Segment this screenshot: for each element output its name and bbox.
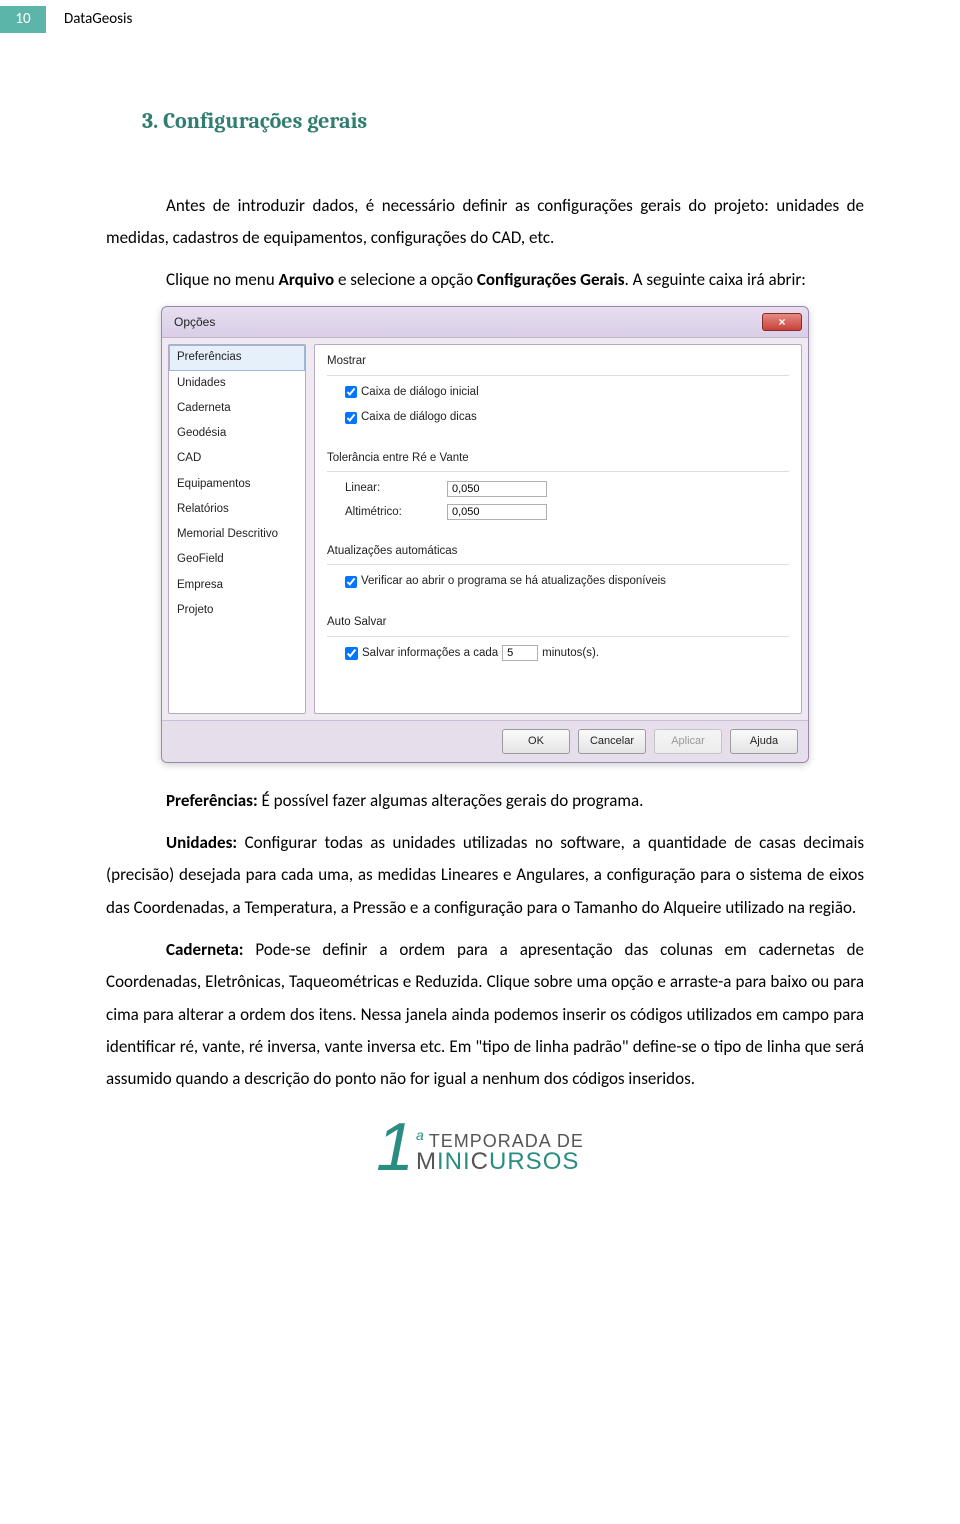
page-header: 10 DataGeosis: [0, 0, 960, 47]
p2b: Arquivo: [279, 269, 335, 290]
sidebar-item-cad[interactable]: CAD: [169, 446, 305, 471]
p5a: Caderneta:: [166, 939, 244, 960]
dialog-title: Opções: [174, 313, 215, 331]
sidebar-item-empresa[interactable]: Empresa: [169, 573, 305, 598]
dialog-footer: OK Cancelar Aplicar Ajuda: [162, 720, 808, 762]
group-mostrar-title: Mostrar: [327, 353, 789, 370]
checkbox-autosalvar[interactable]: [345, 647, 358, 660]
p3a: Preferências:: [166, 790, 258, 811]
sidebar-item-unidades[interactable]: Unidades: [169, 371, 305, 396]
paragraph-unidades: Unidades: Configurar todas as unidades u…: [106, 827, 864, 924]
paragraph-preferencias: Preferências: É possível fazer algumas a…: [106, 785, 864, 817]
ok-button[interactable]: OK: [502, 729, 570, 754]
options-sidebar: Preferências Unidades Caderneta Geodésia…: [168, 344, 306, 714]
options-dialog: Opções × Preferências Unidades Caderneta…: [161, 306, 809, 763]
logo-bottom-text: MINICURSOS: [416, 1150, 584, 1174]
p3b: É possível fazer algumas alterações gera…: [258, 790, 644, 811]
sidebar-item-relatorios[interactable]: Relatórios: [169, 497, 305, 522]
options-main-panel: Mostrar Caixa de diálogo inicial Caixa d…: [314, 344, 802, 714]
label-autosalvar-pre: Salvar informações a cada: [362, 645, 498, 662]
cancel-button[interactable]: Cancelar: [578, 729, 646, 754]
page-number: 10: [0, 6, 46, 33]
p2d: Configurações Gerais: [477, 269, 625, 290]
label-dialogo-dicas: Caixa de diálogo dicas: [361, 409, 477, 426]
input-altimetrico[interactable]: [447, 504, 547, 520]
paragraph-caderneta: Caderneta: Pode-se definir a ordem para …: [106, 934, 864, 1095]
label-dialogo-inicial: Caixa de diálogo inicial: [361, 384, 479, 401]
sidebar-item-geofield[interactable]: GeoField: [169, 547, 305, 572]
group-tolerancia-title: Tolerância entre Ré e Vante: [327, 450, 789, 467]
sidebar-item-equipamentos[interactable]: Equipamentos: [169, 472, 305, 497]
label-altimetrico: Altimétrico:: [345, 504, 435, 521]
sidebar-item-projeto[interactable]: Projeto: [169, 598, 305, 623]
logo-top-text: aTEMPORADA DE: [416, 1128, 584, 1150]
p2e: . A seguinte caixa irá abrir:: [625, 269, 806, 290]
group-autosalvar-title: Auto Salvar: [327, 614, 789, 631]
logo-ini: INI: [437, 1148, 471, 1175]
label-verificar-atualizacoes: Verificar ao abrir o programa se há atua…: [361, 573, 666, 590]
logo-c: C: [471, 1148, 489, 1175]
paragraph-intro: Antes de introduzir dados, é necessário …: [106, 190, 864, 255]
group-autosalvar: Auto Salvar Salvar informações a cada mi…: [327, 614, 789, 664]
close-button[interactable]: ×: [762, 313, 802, 331]
p4a: Unidades:: [166, 832, 237, 853]
sidebar-item-preferencias[interactable]: Preferências: [169, 345, 305, 370]
p1-text: Antes de introduzir dados, é necessário …: [106, 195, 864, 248]
input-autosalvar-minutos[interactable]: [502, 645, 538, 661]
label-autosalvar-post: minutos(s).: [542, 645, 599, 662]
logo-ursos: URSOS: [489, 1148, 579, 1175]
group-atualizacoes: Atualizações automáticas Verificar ao ab…: [327, 543, 789, 601]
close-icon: ×: [778, 313, 785, 331]
group-mostrar: Mostrar Caixa de diálogo inicial Caixa d…: [327, 353, 789, 436]
p5b: Pode-se definir a ordem para a apresenta…: [106, 939, 864, 1089]
checkbox-dialogo-inicial[interactable]: [345, 386, 357, 398]
dialog-titlebar: Opções ×: [162, 307, 808, 338]
help-button[interactable]: Ajuda: [730, 729, 798, 754]
group-tolerancia: Tolerância entre Ré e Vante Linear: Alti…: [327, 450, 789, 529]
input-linear[interactable]: [447, 481, 547, 497]
group-atualizacoes-title: Atualizações automáticas: [327, 543, 789, 560]
checkbox-verificar-atualizacoes[interactable]: [345, 576, 357, 588]
checkbox-dialogo-dicas[interactable]: [345, 412, 357, 424]
p2a: Clique no menu: [166, 269, 279, 290]
apply-button[interactable]: Aplicar: [654, 729, 722, 754]
doc-title: DataGeosis: [64, 8, 132, 31]
logo-numeral-icon: 1: [376, 1120, 414, 1174]
paragraph-2: Clique no menu Arquivo e selecione a opç…: [106, 264, 864, 296]
sidebar-item-geodesia[interactable]: Geodésia: [169, 421, 305, 446]
sidebar-item-caderneta[interactable]: Caderneta: [169, 396, 305, 421]
sidebar-item-memorial[interactable]: Memorial Descritivo: [169, 522, 305, 547]
logo-ordinal: a: [416, 1127, 425, 1143]
section-title: 3. Configurações gerais: [142, 105, 864, 138]
footer-logo: 1 aTEMPORADA DE MINICURSOS: [0, 1120, 960, 1194]
p2c: e selecione a opção: [334, 269, 477, 290]
logo-m: M: [416, 1148, 437, 1175]
label-linear: Linear:: [345, 480, 435, 497]
